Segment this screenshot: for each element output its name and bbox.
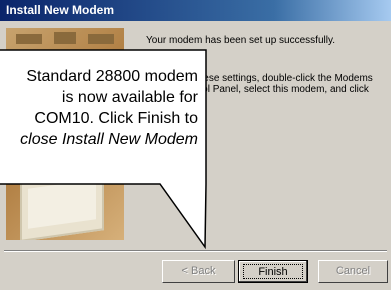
computer-monitor-image — [20, 170, 104, 240]
success-message: Your modem has been set up successfully. — [146, 35, 335, 46]
callout-line-2: is now available for — [61, 89, 198, 106]
callout-line-4-italic: close Install New Modem — [20, 131, 198, 148]
callout-line-4: close Install New Modem — [0, 129, 198, 150]
title-bar[interactable]: Install New Modem — [0, 0, 391, 21]
callout-text: Standard 28800 modem is now available fo… — [0, 66, 198, 150]
callout-line-3: COM10. Click Finish to — [34, 110, 198, 127]
cancel-button[interactable]: Cancel — [318, 260, 388, 283]
finish-button[interactable]: Finish — [238, 260, 308, 283]
finish-label: Finish — [243, 264, 303, 279]
back-button[interactable]: < Back — [162, 260, 235, 283]
button-divider — [4, 250, 387, 252]
callout-line-1: Standard 28800 modem — [26, 68, 198, 85]
window-title: Install New Modem — [6, 3, 115, 17]
